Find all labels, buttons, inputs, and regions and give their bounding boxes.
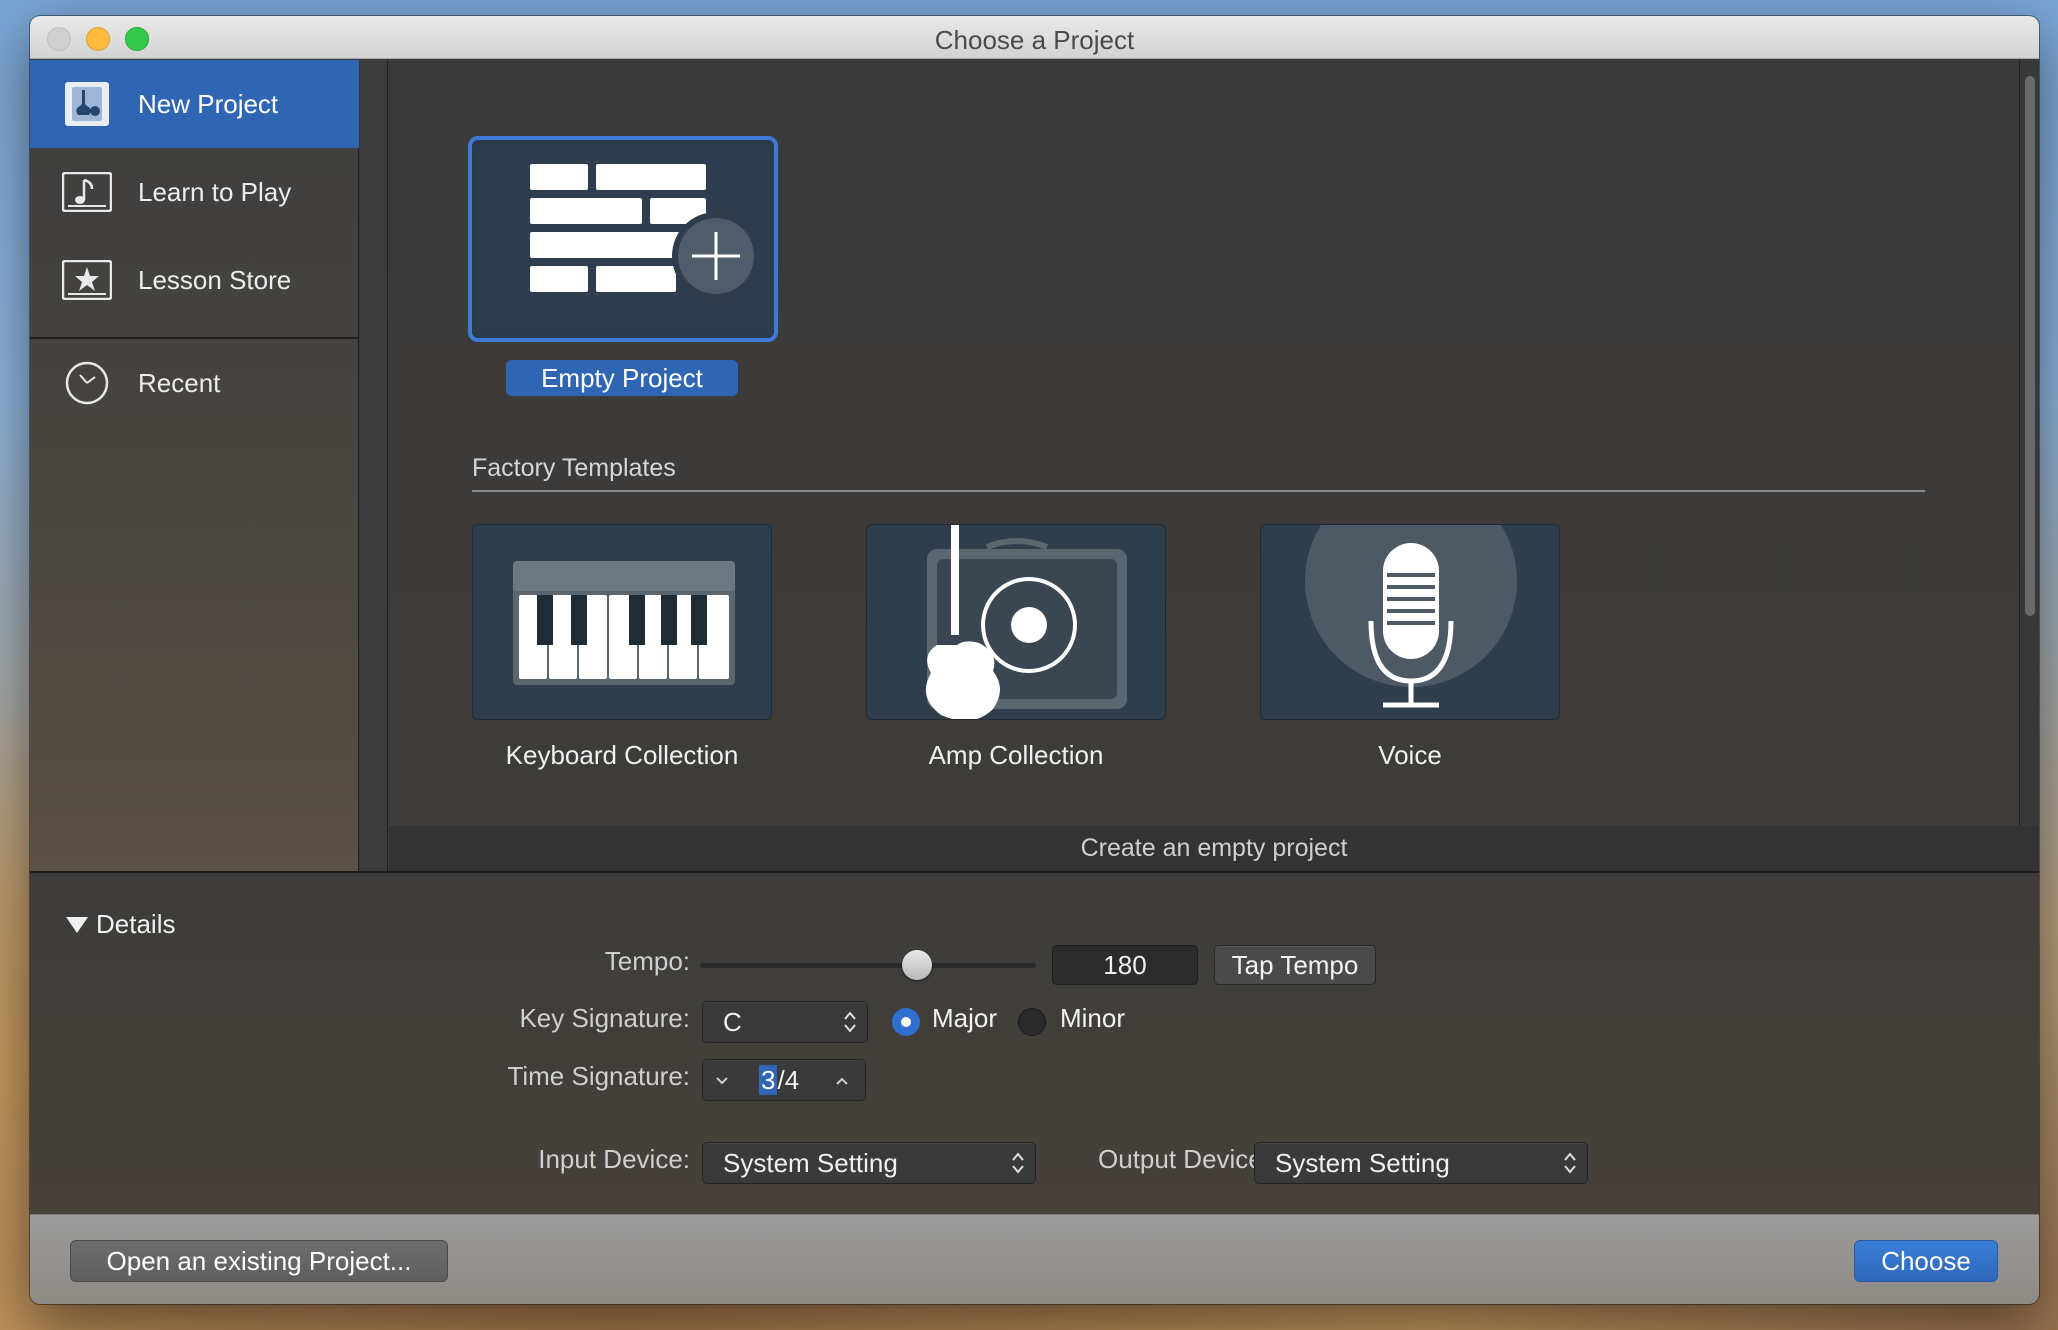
key-value: C	[723, 1007, 742, 1037]
guitar-amp-icon	[925, 525, 1127, 719]
tempo-slider[interactable]	[700, 963, 1036, 968]
key-signature-popup[interactable]: C	[702, 1001, 868, 1043]
key-signature-label: Key Signature:	[519, 1003, 690, 1033]
sidebar-item-label: New Project	[138, 88, 279, 119]
empty-project-tile[interactable]	[468, 136, 778, 342]
input-device-label: Input Device:	[538, 1144, 690, 1174]
major-label[interactable]: Major	[932, 1003, 997, 1034]
keyboard-collection-tile[interactable]	[472, 524, 772, 720]
microphone-icon	[1305, 525, 1517, 708]
time-signature-denominator: /4	[777, 1065, 800, 1095]
voice-tile[interactable]	[1260, 524, 1560, 720]
open-existing-project-button[interactable]: Open an existing Project...	[70, 1240, 448, 1282]
details-panel: Details Tempo: 180 Tap Tempo Key Signatu…	[30, 873, 2039, 1214]
output-device-popup[interactable]: System Setting	[1254, 1142, 1588, 1184]
details-disclosure[interactable]: Details	[66, 909, 175, 940]
tap-tempo-button[interactable]: Tap Tempo	[1214, 945, 1376, 985]
voice-label[interactable]: Voice	[1260, 740, 1560, 771]
disclosure-triangle-icon	[66, 916, 88, 933]
title-bar: Choose a Project	[30, 16, 2039, 59]
empty-project-icon	[476, 144, 770, 334]
time-signature-numerator: 3	[759, 1065, 778, 1095]
chevron-up-icon[interactable]	[835, 1076, 849, 1086]
major-radio[interactable]	[892, 1008, 920, 1036]
choose-project-window: Choose a Project New Project Learn to Pl…	[30, 16, 2039, 1304]
input-device-popup[interactable]: System Setting	[702, 1142, 1036, 1184]
empty-project-label[interactable]: Empty Project	[506, 360, 738, 396]
section-divider	[472, 490, 1925, 492]
output-device-label: Output Device:	[1098, 1144, 1270, 1174]
updown-chevron-icon	[1012, 1152, 1024, 1174]
updown-chevron-icon	[1564, 1152, 1576, 1174]
sidebar-item-label: Recent	[138, 367, 221, 398]
sidebar-item-lesson-store[interactable]: Lesson Store	[30, 236, 359, 324]
scroll-thumb[interactable]	[2025, 76, 2035, 616]
lesson-store-icon	[62, 255, 112, 305]
sidebar-item-learn-to-play[interactable]: Learn to Play	[30, 148, 359, 236]
sidebar: New Project Learn to Play Lesson Store R…	[30, 60, 359, 871]
time-signature-stepper[interactable]: 3/4	[702, 1059, 866, 1101]
tempo-slider-thumb[interactable]	[902, 950, 932, 980]
learn-to-play-icon	[62, 167, 112, 217]
template-scrollbar[interactable]	[2019, 60, 2039, 826]
updown-chevron-icon	[844, 1011, 856, 1033]
sidebar-item-new-project[interactable]: New Project	[30, 60, 359, 148]
time-signature-value[interactable]: 3/4	[759, 1060, 799, 1100]
tempo-label: Tempo:	[604, 946, 690, 976]
output-device-value: System Setting	[1275, 1148, 1450, 1178]
factory-templates-heading: Factory Templates	[472, 454, 676, 482]
window-title: Choose a Project	[934, 25, 1135, 55]
input-device-value: System Setting	[723, 1148, 898, 1178]
clock-icon	[62, 358, 112, 408]
sidebar-item-label: Lesson Store	[138, 264, 292, 295]
keyboard-collection-label[interactable]: Keyboard Collection	[472, 740, 772, 771]
keyboard-icon	[513, 561, 735, 685]
amp-collection-label[interactable]: Amp Collection	[866, 740, 1166, 771]
footer-bar: Open an existing Project... Choose	[30, 1214, 2039, 1304]
amp-collection-tile[interactable]	[866, 524, 1166, 720]
minor-label[interactable]: Minor	[1060, 1003, 1125, 1034]
chevron-down-icon[interactable]	[715, 1076, 729, 1086]
template-description: Create an empty project	[389, 826, 2039, 871]
time-signature-label: Time Signature:	[507, 1061, 690, 1091]
details-label: Details	[96, 909, 176, 939]
sidebar-item-label: Learn to Play	[138, 176, 292, 207]
tempo-field[interactable]: 180	[1052, 945, 1198, 985]
sidebar-gutter	[360, 60, 388, 871]
new-project-icon	[62, 79, 112, 129]
sidebar-item-recent[interactable]: Recent	[30, 339, 359, 427]
choose-button[interactable]: Choose	[1854, 1240, 1998, 1282]
minor-radio[interactable]	[1018, 1008, 1046, 1036]
